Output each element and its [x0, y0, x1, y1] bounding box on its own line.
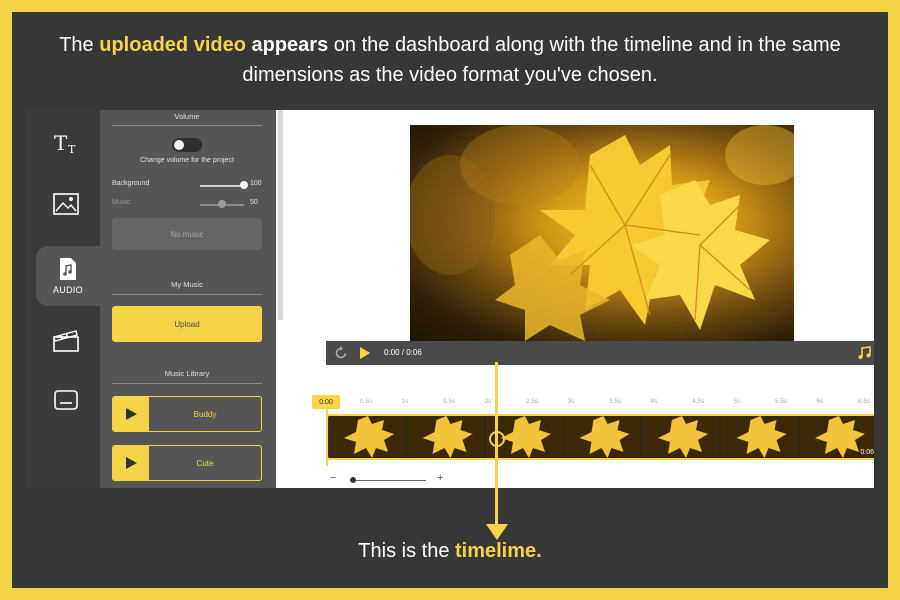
play-icon[interactable]: [359, 347, 371, 359]
video-track-clip[interactable]: 0:06: [326, 414, 874, 460]
music-volume-value: 50: [250, 199, 258, 206]
music-note-icon[interactable]: [857, 346, 871, 360]
ruler-tick-label: 5s: [733, 398, 741, 405]
ruler-tick-label: 4s: [650, 398, 658, 405]
ruler-tick-label: 2.5s: [526, 398, 539, 405]
ruler-tick-label: 3s: [567, 398, 575, 405]
zoom-out-button[interactable]: −: [330, 472, 336, 484]
divider: [112, 125, 262, 126]
ruler-tick-label: 6s: [816, 398, 824, 405]
bottom-caption-text: This is the: [358, 540, 455, 562]
text-icon: TT: [54, 132, 76, 156]
track-name: Cute: [196, 458, 214, 468]
background-volume-value: 100: [250, 180, 262, 187]
ruler-tick-label: 6.5s: [858, 398, 871, 405]
ruler-tick-label: 4.5s: [692, 398, 705, 405]
background-volume-slider[interactable]: [200, 185, 244, 187]
autumn-leaf-image: [410, 125, 794, 341]
divider: [112, 383, 262, 384]
rail-item-subtitles[interactable]: [34, 372, 98, 432]
top-caption: The uploaded video appears on the dashbo…: [12, 30, 888, 90]
caption-bold: appears: [251, 34, 329, 56]
ruler-tick-label: 3.5s: [609, 398, 622, 405]
music-library-title: Music Library: [164, 369, 210, 378]
svg-text:T: T: [54, 132, 68, 155]
toggle-knob: [174, 140, 184, 150]
clip-thumbnails: [328, 416, 874, 458]
playback-time: 0:00 / 0:06: [384, 348, 422, 357]
rail-item-audio[interactable]: AUDIO: [36, 246, 100, 306]
track-name: Buddy: [193, 409, 217, 419]
no-music-button[interactable]: No music: [112, 218, 262, 250]
caption-text-1: The: [59, 34, 100, 56]
background-volume-label: Background: [112, 180, 150, 187]
player-controls: 0:00 / 0:06: [326, 341, 874, 365]
rail-item-label: AUDIO: [52, 285, 83, 295]
rail-item-images[interactable]: [34, 176, 98, 236]
zoom-in-button[interactable]: +: [437, 472, 443, 484]
ruler-tick-label: 0.5s: [360, 398, 373, 405]
volume-toggle[interactable]: [172, 138, 202, 152]
replay-icon[interactable]: [334, 346, 348, 360]
music-volume-handle[interactable]: [218, 200, 226, 208]
panel-scrollbar[interactable]: [278, 110, 283, 320]
timeline-playhead[interactable]: [326, 408, 328, 466]
zoom-handle[interactable]: [350, 477, 356, 483]
arrow-down-icon: [486, 524, 508, 540]
rail-item-scenes[interactable]: [34, 312, 98, 372]
tool-rail: TT AUDIO: [26, 110, 100, 488]
play-icon: [126, 457, 137, 469]
library-track-cute[interactable]: Cute: [112, 445, 262, 481]
tutorial-frame: The uploaded video appears on the dashbo…: [12, 12, 888, 588]
audio-file-icon: [60, 258, 76, 280]
clapperboard-icon: [53, 330, 79, 352]
background-volume-handle[interactable]: [240, 181, 248, 189]
caption-highlight: uploaded video: [99, 34, 246, 56]
clip-duration: 0:06: [860, 449, 874, 456]
editor-screenshot: TT AUDIO Volume Change volume for the pr…: [26, 110, 874, 488]
my-music-title: My Music: [171, 280, 203, 289]
pointer-ring-icon: [489, 431, 505, 447]
volume-title: Volume: [174, 112, 200, 121]
bottom-caption-highlight: timelime.: [455, 540, 542, 562]
ruler-tick-label: 1.5s: [443, 398, 456, 405]
ruler-tick-label: 1s: [401, 398, 409, 405]
ruler-tick-label: 5.5s: [775, 398, 788, 405]
subtitles-icon: [54, 390, 78, 410]
current-time-badge: 0:00: [312, 395, 340, 409]
change-volume-label: Change volume for the project: [140, 157, 234, 164]
video-preview[interactable]: [410, 125, 794, 341]
bottom-caption: This is the timelime.: [12, 540, 888, 563]
divider: [112, 294, 262, 295]
svg-text:T: T: [68, 143, 76, 156]
play-track-button[interactable]: [113, 397, 149, 431]
ruler-tick-label: 2s: [484, 398, 492, 405]
image-icon: [53, 193, 79, 215]
library-track-buddy[interactable]: Buddy: [112, 396, 262, 432]
zoom-slider[interactable]: [354, 480, 426, 481]
audio-panel: Volume Change volume for the project Bac…: [100, 110, 276, 488]
play-icon: [126, 408, 137, 420]
caption-text-2: on the dashboard along with the timeline…: [242, 34, 841, 86]
play-track-button[interactable]: [113, 446, 149, 480]
upload-button[interactable]: Upload: [112, 306, 262, 342]
rail-item-text[interactable]: TT: [34, 116, 98, 176]
music-volume-label: Music: [112, 199, 131, 206]
